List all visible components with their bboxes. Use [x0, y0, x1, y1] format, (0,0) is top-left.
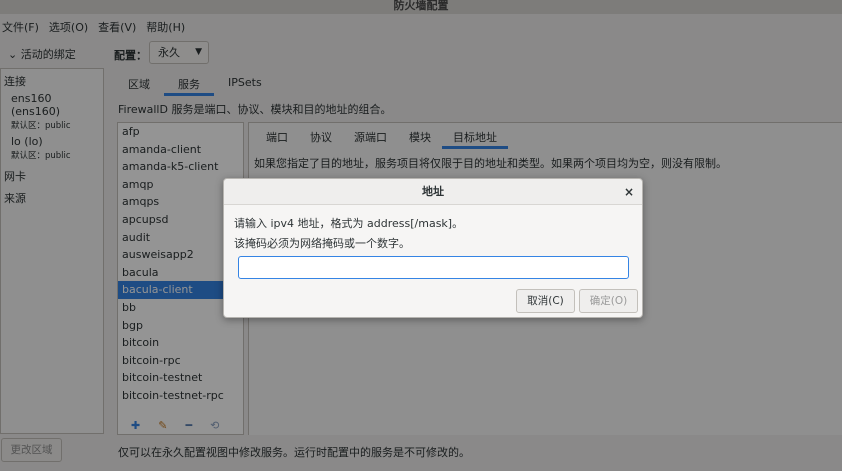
dialog-title: 地址 — [422, 185, 444, 198]
cancel-button[interactable]: 取消(C) — [516, 289, 575, 313]
dialog-instruction: 请输入 ipv4 地址，格式为 address[/mask]。 — [234, 217, 464, 230]
dialog-hint: 该掩码必须为网络掩码或一个数字。 — [234, 237, 410, 250]
ok-button[interactable]: 确定(O) — [579, 289, 638, 313]
address-dialog: 地址 × 请输入 ipv4 地址，格式为 address[/mask]。 该掩码… — [223, 178, 643, 318]
close-icon[interactable]: × — [624, 179, 634, 205]
address-input[interactable] — [238, 256, 629, 279]
dialog-header: 地址 × — [224, 179, 642, 205]
